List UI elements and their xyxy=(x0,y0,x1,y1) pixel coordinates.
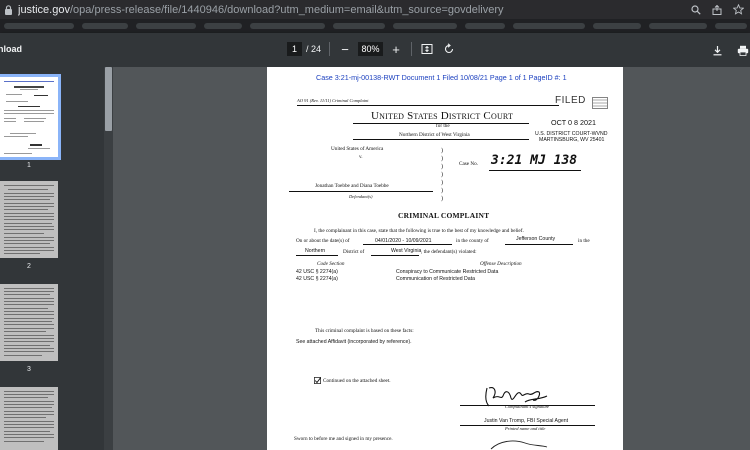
print-icon xyxy=(737,45,749,56)
zoom-out-button[interactable]: − xyxy=(338,42,352,57)
thumbnail-page-3[interactable]: 3 xyxy=(0,284,58,373)
thumbnail-image[interactable] xyxy=(0,284,58,361)
complainant-signature-label: Complainant's signature xyxy=(505,404,550,409)
fit-page-button[interactable] xyxy=(420,42,434,56)
rotate-button[interactable] xyxy=(442,42,456,56)
district-name: Northern District of West Virginia xyxy=(399,132,470,138)
thumbnail-image[interactable] xyxy=(0,181,58,258)
page-count: / 24 xyxy=(306,44,322,54)
sidebar-scrollbar[interactable] xyxy=(104,67,113,450)
for-the-text: for the xyxy=(436,123,450,129)
district-direction-rule xyxy=(296,255,338,256)
print-button[interactable] xyxy=(736,43,750,57)
judge-signature-partial xyxy=(489,437,549,450)
district-rule xyxy=(353,139,529,140)
document-viewport[interactable]: Case 3:21-mj-00138-RWT Document 1 Filed … xyxy=(113,67,750,450)
complaint-title: CRIMINAL COMPLAINT xyxy=(398,211,490,220)
state-rule xyxy=(371,255,419,256)
toolbar-divider xyxy=(329,42,331,56)
on-or-about-text: On or about the date(s) of xyxy=(296,238,350,244)
violated-text: , the defendant(s) violated: xyxy=(421,249,477,255)
code-section-header: Code Section xyxy=(317,261,345,267)
county-of-text: in the county of xyxy=(456,238,489,244)
county-name: Jefferson County xyxy=(516,236,556,242)
printed-name-label: Printed name and title xyxy=(505,426,546,431)
based-on-facts-text: This criminal complaint is based on thes… xyxy=(315,328,414,334)
caption-bracket: ) ) ) ) ) ) ) xyxy=(441,148,443,202)
district-direction: Northern xyxy=(305,248,326,254)
violation-code: 42 USC § 2274(a) xyxy=(296,276,338,282)
plaintiff-name: United States of America xyxy=(331,146,384,152)
pdf-page: Case 3:21-mj-00138-RWT Document 1 Filed … xyxy=(267,67,623,450)
thumbnail-label: 3 xyxy=(27,366,31,373)
browser-address-bar[interactable]: justice.gov/opa/press-release/file/14409… xyxy=(0,0,750,19)
case-number-rule xyxy=(489,170,581,171)
pdf-toolbar: nload 1 / 24 − 80% + xyxy=(0,33,750,67)
sworn-text: Sworn to before me and signed in my pres… xyxy=(294,436,393,442)
zoom-in-button[interactable]: + xyxy=(389,42,403,57)
thumbnail-image[interactable] xyxy=(0,387,58,450)
bookmark-star-icon[interactable] xyxy=(732,4,744,16)
header-rule xyxy=(297,105,559,106)
in-the-text: in the xyxy=(578,238,590,244)
violation-code: 42 USC § 2274(a) xyxy=(296,269,338,275)
document-title: nload xyxy=(0,44,22,54)
thumbnail-page-4[interactable] xyxy=(0,387,58,450)
defendants-names: Jonathan Toebbe and Diana Toebbe xyxy=(315,183,389,189)
thumbnail-sidebar[interactable]: 1 2 3 xyxy=(0,67,104,450)
url-text[interactable]: justice.gov/opa/press-release/file/14409… xyxy=(18,4,690,16)
zoom-icon[interactable] xyxy=(690,4,702,16)
continued-checkbox xyxy=(314,377,321,386)
see-attached-text: See attached Affidavit (incorporated by … xyxy=(296,339,412,345)
complainant-name: Justin Van Tromp, FBI Special Agent xyxy=(484,418,569,424)
violation-offense: Conspiracy to Communicate Restricted Dat… xyxy=(396,269,499,275)
zoom-level-input[interactable]: 80% xyxy=(358,42,384,56)
lock-icon[interactable] xyxy=(3,4,14,15)
state-name: West Virginia xyxy=(391,248,422,254)
case-number-label: Case No. xyxy=(459,161,479,167)
filed-date: OCT 0 8 2021 xyxy=(551,118,597,127)
court-name: United States District Court xyxy=(371,110,514,122)
defendants-rule xyxy=(289,191,433,192)
district-of-text: District of xyxy=(343,249,365,255)
fit-page-icon xyxy=(421,44,433,54)
continued-text: Continued on the attached sheet. xyxy=(323,378,391,384)
case-number-handwritten: 3:21 MJ 138 xyxy=(491,153,578,168)
thumbnail-image[interactable] xyxy=(0,74,61,160)
thumbnail-page-1[interactable]: 1 xyxy=(0,74,61,169)
filed-stamp: FILED xyxy=(555,95,586,106)
complainant-statement: I, the complainant in this case, state t… xyxy=(314,228,524,234)
thumbnail-label: 1 xyxy=(27,162,31,169)
ecf-header-stamp: Case 3:21-mj-00138-RWT Document 1 Filed … xyxy=(316,73,567,82)
filed-stamp-corner xyxy=(592,96,608,109)
page-number-input[interactable]: 1 xyxy=(287,42,302,56)
rotate-icon xyxy=(445,43,454,54)
violation-offense: Communication of Restricted Data xyxy=(396,276,475,282)
offense-description-header: Offense Description xyxy=(480,261,522,267)
scrollbar-thumb[interactable] xyxy=(105,67,112,131)
county-rule xyxy=(505,244,573,245)
defendants-label: Defendant(s) xyxy=(349,194,373,199)
dates-rule xyxy=(363,244,452,245)
complainant-signature xyxy=(481,384,551,415)
thumbnail-label: 2 xyxy=(27,263,31,270)
toolbar-divider xyxy=(411,42,413,56)
share-icon[interactable] xyxy=(711,4,723,16)
form-number: AO 91 (Rev. 11/11) Criminal Complaint xyxy=(297,98,369,103)
versus-text: v. xyxy=(359,154,363,160)
filed-location: MARTINSBURG, WV 25401 xyxy=(539,137,605,143)
download-icon xyxy=(713,45,721,55)
download-button[interactable] xyxy=(710,43,724,57)
thumbnail-page-2[interactable]: 2 xyxy=(0,181,58,270)
bookmarks-bar xyxy=(0,19,750,33)
